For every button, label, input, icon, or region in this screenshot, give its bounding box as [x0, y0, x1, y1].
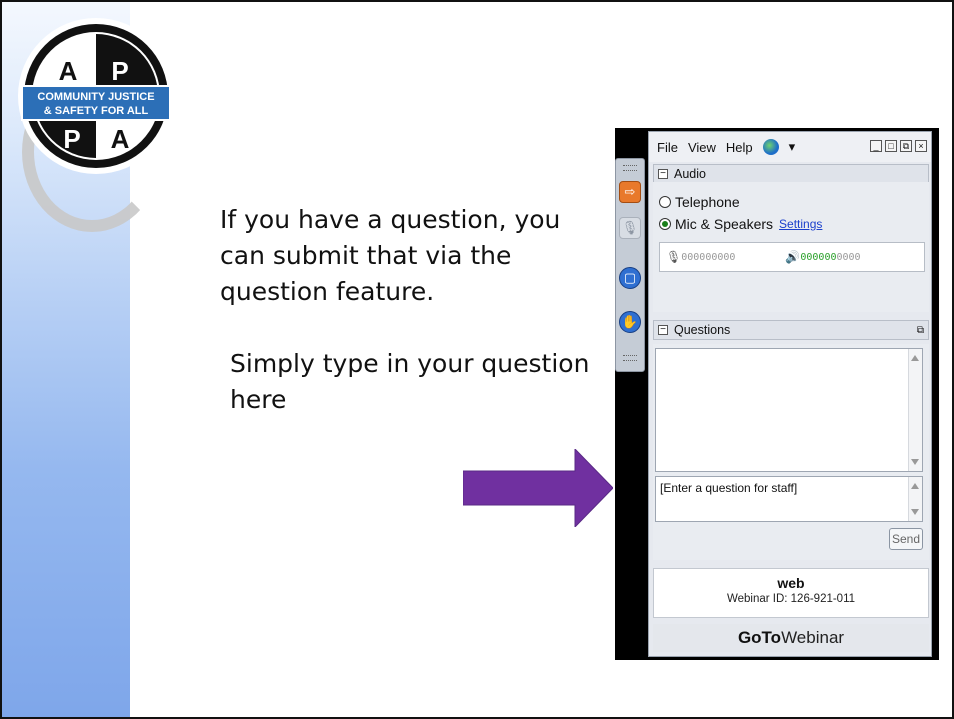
collapse-audio-icon[interactable]: − — [658, 169, 668, 179]
questions-section-header[interactable]: − Questions ⧉ — [653, 320, 929, 340]
audio-settings-link[interactable]: Settings — [779, 217, 822, 231]
gotowebinar-brand: GoToWebinar — [653, 624, 929, 652]
popout-questions-icon[interactable]: ⧉ — [917, 325, 924, 336]
scroll-up-icon[interactable] — [911, 355, 919, 361]
microphone-icon: 🎙 — [666, 250, 682, 264]
telephone-option[interactable]: Telephone — [659, 194, 740, 210]
logo-banner-line2: & SAFETY FOR ALL — [44, 105, 149, 117]
menu-file[interactable]: File — [657, 140, 678, 155]
window-controls: _ □ ⧉ × — [870, 140, 927, 152]
question-input-placeholder: [Enter a question for staff] — [660, 481, 798, 495]
pointer-arrow — [463, 449, 613, 527]
speaker-level-meter-on: 000000 — [800, 251, 837, 263]
logo-letter-4: A — [111, 124, 130, 154]
rail-grip-bottom[interactable] — [623, 355, 637, 361]
questions-header-label: Questions — [674, 323, 731, 337]
audio-section-header[interactable]: − Audio — [653, 164, 929, 184]
logo-letter-3: P — [63, 124, 80, 154]
scroll-up-icon[interactable] — [911, 483, 919, 489]
hand-icon: ✋ — [621, 314, 639, 329]
popout-button[interactable]: ⧉ — [900, 140, 912, 152]
mic-speakers-option[interactable]: Mic & Speakers Settings — [659, 216, 822, 232]
brand-webinar: Webinar — [781, 628, 845, 647]
show-hide-panel-button[interactable]: ⇨ — [619, 181, 641, 203]
question-input[interactable]: [Enter a question for staff] — [655, 476, 923, 522]
logo-letter-1: A — [59, 56, 78, 86]
questions-section: [Enter a question for staff] Send — [653, 344, 929, 560]
mic-level-meter: 000000000 — [681, 251, 736, 263]
instruction-paragraph-1: If you have a question, you can submit t… — [220, 205, 561, 306]
minimize-button[interactable]: _ — [870, 140, 882, 152]
scroll-down-icon[interactable] — [911, 459, 919, 465]
appa-logo: A P P A COMMUNITY JUSTICE & SAFETY FOR A… — [18, 18, 174, 174]
mic-speakers-label: Mic & Speakers — [675, 216, 774, 232]
mic-speakers-radio[interactable] — [659, 218, 671, 230]
brand-goto: GoTo — [737, 628, 782, 647]
send-button[interactable]: Send — [889, 528, 923, 550]
questions-log[interactable] — [655, 348, 923, 472]
slide-body: If you have a question, you can submit t… — [220, 202, 600, 454]
telephone-radio[interactable] — [659, 196, 671, 208]
audio-header-label: Audio — [674, 167, 706, 181]
close-button[interactable]: × — [915, 140, 927, 152]
screen-button[interactable]: ▢ — [619, 267, 641, 289]
microphone-icon: 🎙 — [621, 220, 639, 235]
audio-section: Telephone Mic & Speakers Settings 🎙 0000… — [653, 182, 929, 312]
globe-icon[interactable] — [762, 139, 779, 155]
rail-grip-top[interactable] — [623, 165, 637, 171]
speaker-level-meter-off: 0000 — [836, 251, 861, 263]
speaker-icon: 🔊 — [785, 250, 801, 264]
menu-help[interactable]: Help — [726, 140, 753, 155]
menu-view[interactable]: View — [688, 140, 716, 155]
audio-level-meters: 🎙 000000000 🔊 000000 0000 — [659, 242, 925, 272]
webinar-info: web Webinar ID: 126-921-011 — [653, 568, 929, 618]
instruction-paragraph-2: Simply type in your question here — [230, 349, 590, 414]
maximize-button[interactable]: □ — [885, 140, 897, 152]
logo-banner-line1: COMMUNITY JUSTICE — [37, 91, 154, 103]
questions-log-scrollbar[interactable] — [908, 349, 922, 471]
square-icon: ▢ — [623, 270, 637, 285]
menu-bar: File View Help ▾ _ □ ⧉ × — [649, 132, 931, 162]
gotowebinar-window: File View Help ▾ _ □ ⧉ × − Audio Telepho… — [648, 131, 932, 657]
scroll-down-icon[interactable] — [911, 509, 919, 515]
question-input-scrollbar[interactable] — [908, 477, 922, 521]
collapse-questions-icon[interactable]: − — [658, 325, 668, 335]
mic-button[interactable]: 🎙 — [619, 217, 641, 239]
globe-dropdown-caret[interactable]: ▾ — [789, 139, 796, 155]
telephone-label: Telephone — [675, 194, 740, 210]
logo-letter-2: P — [111, 56, 128, 86]
raise-hand-button[interactable]: ✋ — [619, 311, 641, 333]
panel-side-rail: ⇨ 🎙 ▢ ✋ — [615, 158, 645, 372]
webinar-name: web — [777, 575, 805, 591]
webinar-id: Webinar ID: 126-921-011 — [726, 593, 856, 605]
arrow-right-icon: ⇨ — [624, 184, 636, 199]
